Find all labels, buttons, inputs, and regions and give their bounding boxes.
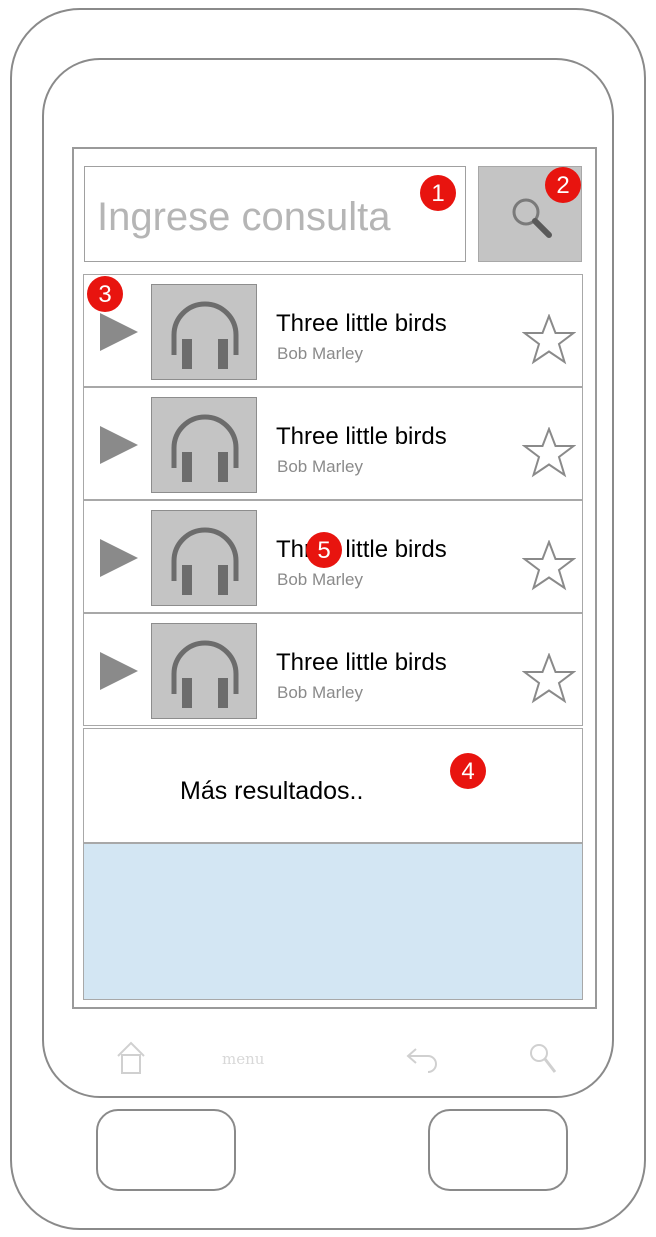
home-icon[interactable] <box>115 1040 147 1076</box>
album-thumbnail <box>151 284 257 380</box>
song-artist: Bob Marley <box>277 457 363 476</box>
play-icon[interactable] <box>98 424 140 466</box>
hardware-right-button[interactable] <box>428 1109 568 1191</box>
annotation-marker: 1 <box>420 175 456 211</box>
search-placeholder: Ingrese consulta <box>97 195 391 239</box>
headphones-icon <box>171 640 239 708</box>
star-icon[interactable] <box>522 540 576 592</box>
headphones-icon <box>171 414 239 482</box>
star-icon[interactable] <box>522 427 576 479</box>
list-item[interactable]: Three little birds Bob Marley <box>83 613 583 726</box>
back-icon[interactable] <box>404 1046 440 1074</box>
song-title: Three little birds <box>276 423 447 450</box>
more-results-label: Más resultados.. <box>180 777 364 805</box>
album-thumbnail <box>151 623 257 719</box>
play-icon[interactable] <box>98 537 140 579</box>
headphones-icon <box>171 527 239 595</box>
soft-keys-bar: menu <box>0 1040 656 1090</box>
headphones-icon <box>171 301 239 369</box>
annotation-marker: 3 <box>87 276 123 312</box>
list-item[interactable]: Three little birds Bob Marley <box>83 387 583 500</box>
song-artist: Bob Marley <box>277 570 363 589</box>
song-artist: Bob Marley <box>277 344 363 363</box>
star-icon[interactable] <box>522 653 576 705</box>
album-thumbnail <box>151 397 257 493</box>
song-artist: Bob Marley <box>277 683 363 702</box>
more-results-button[interactable]: Más resultados.. <box>83 728 583 843</box>
star-icon[interactable] <box>522 314 576 366</box>
annotation-marker: 5 <box>306 532 342 568</box>
search-icon[interactable] <box>528 1042 558 1076</box>
menu-softkey[interactable]: menu <box>222 1050 264 1068</box>
annotation-marker: 2 <box>545 167 581 203</box>
search-icon <box>512 198 552 238</box>
empty-content-area <box>83 843 583 1000</box>
list-item[interactable]: Three little birds Bob Marley <box>83 274 583 387</box>
album-thumbnail <box>151 510 257 606</box>
search-input[interactable]: Ingrese consulta <box>84 166 466 262</box>
song-title: Three little birds <box>276 536 447 563</box>
song-title: Three little birds <box>276 310 447 337</box>
play-icon[interactable] <box>98 311 140 353</box>
play-icon[interactable] <box>98 650 140 692</box>
annotation-marker: 4 <box>450 753 486 789</box>
song-title: Three little birds <box>276 649 447 676</box>
hardware-left-button[interactable] <box>96 1109 236 1191</box>
